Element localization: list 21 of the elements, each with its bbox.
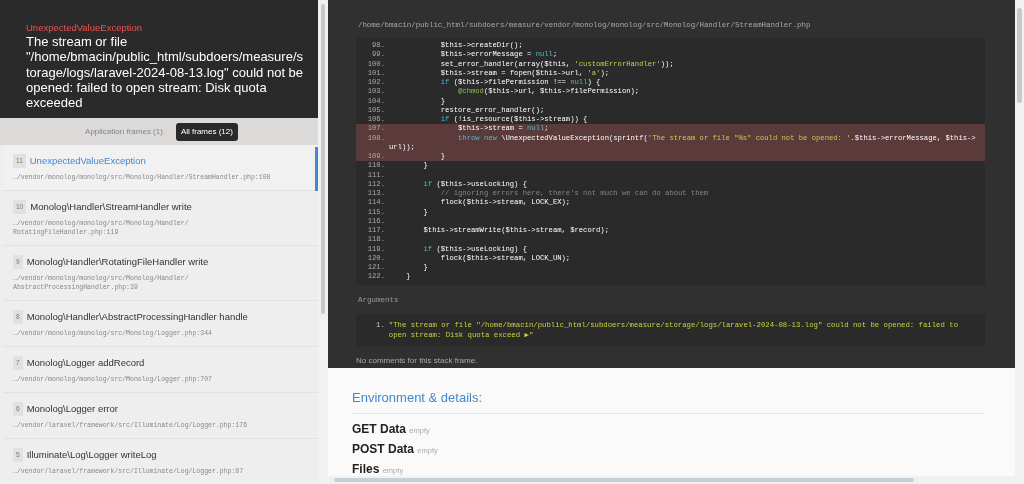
comments-text: No comments for this stack frame.	[356, 354, 479, 367]
exception-class: UnexpectedValueException	[26, 22, 143, 34]
section-title: Files	[352, 461, 380, 476]
scrollbar[interactable]	[318, 0, 328, 484]
frame-title: Illuminate\Log\Logger writeLog	[26, 449, 157, 460]
frame-title: Monolog\Handler\RotatingFileHandler write	[26, 256, 209, 267]
frame-title: Monolog\Handler\AbstractProcessingHandler handle	[26, 311, 248, 322]
frame-title: Monolog\Logger error	[26, 403, 118, 414]
environment-title: Environment & details:	[352, 388, 985, 414]
section-title: GET Data	[352, 421, 406, 436]
selection-indicator	[315, 147, 318, 191]
section-title: POST Data	[352, 441, 414, 456]
scrollbar-thumb[interactable]	[334, 478, 914, 482]
scrollbar-thumb[interactable]	[1017, 8, 1022, 103]
frame-filter-tab[interactable]: All frames (12)	[175, 122, 238, 141]
frame-title: UnexpectedValueException	[29, 155, 146, 166]
scrollbar-thumb[interactable]	[321, 4, 325, 314]
error-message: The stream or file "/home/bmacin/public_html/subdoers/measure/storage/logs/laravel-2024-08-13.log" could not be opened: failed to open stream: Disk quota exceeded	[26, 34, 305, 111]
frame-title: Monolog\Logger addRecord	[26, 357, 145, 368]
scrollbar[interactable]	[1015, 0, 1024, 484]
frame-title: Monolog\Handler\StreamHandler write	[30, 201, 192, 212]
